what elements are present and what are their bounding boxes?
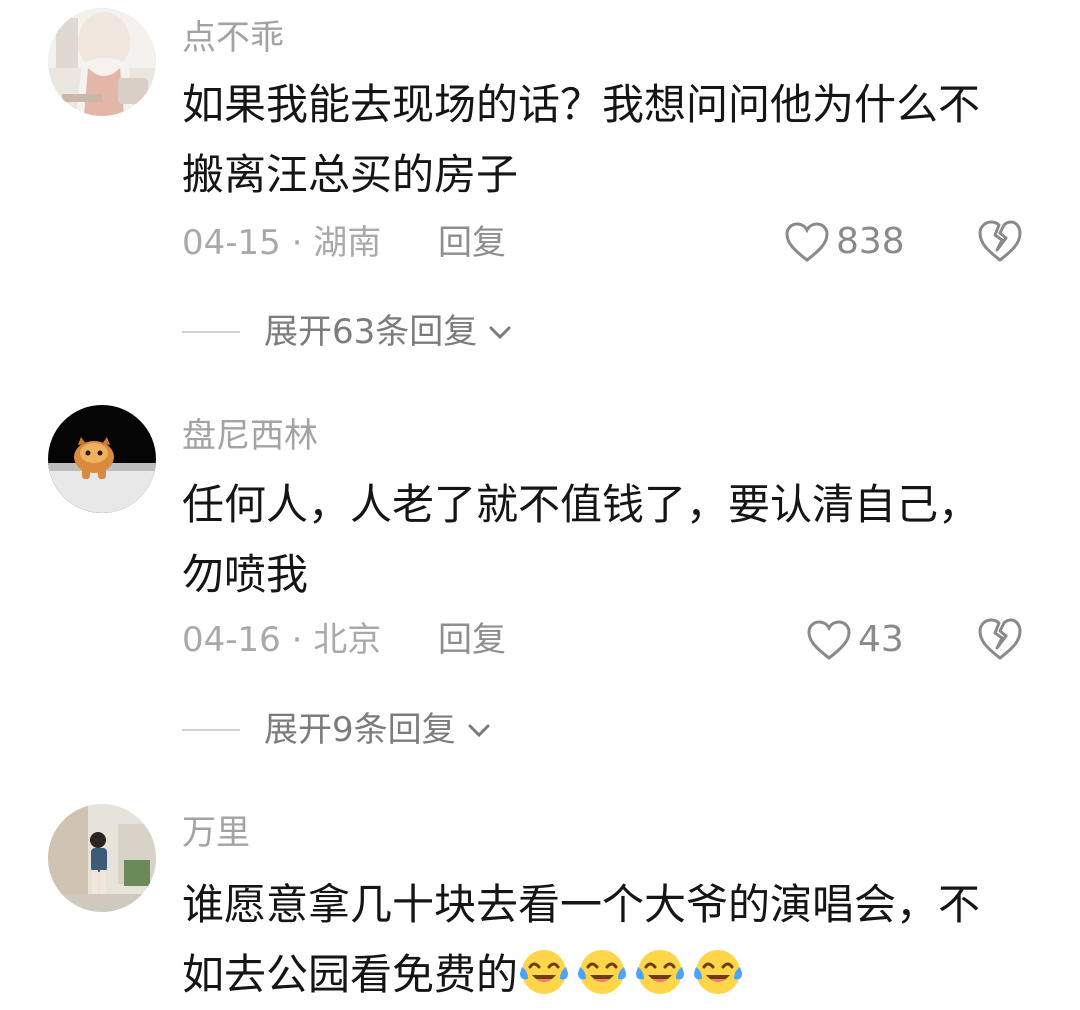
reply-button[interactable]: 回复 (438, 223, 506, 263)
username[interactable]: 万里 (182, 813, 250, 853)
user-avatar[interactable] (48, 8, 156, 116)
comment-meta: 04-16 · 北京 (182, 620, 382, 660)
like-count: 838 (836, 221, 905, 262)
divider-line (182, 331, 240, 333)
divider-line (182, 729, 240, 731)
user-avatar[interactable] (48, 804, 156, 912)
expand-replies-label: 展开63条回复 (264, 312, 478, 352)
comment-text: 任何人，人老了就不值钱了，要认清自己，勿喷我 (182, 480, 981, 599)
like-button[interactable]: 838 (784, 218, 905, 266)
crying-laughing-emoji-icon (636, 950, 685, 994)
avatar-image (48, 405, 156, 513)
crying-laughing-emoji-icon (520, 950, 569, 994)
dislike-button[interactable] (976, 616, 1024, 664)
username[interactable]: 点不乖 (182, 18, 284, 58)
avatar-image (48, 804, 156, 912)
chevron-down-icon (468, 724, 490, 738)
heart-icon (807, 620, 851, 660)
crying-laughing-emoji-icon (694, 950, 743, 994)
like-count: 43 (858, 619, 904, 660)
expand-replies-label: 展开9条回复 (264, 710, 456, 750)
username[interactable]: 盘尼西林 (182, 416, 318, 456)
comment-text: 谁愿意拿几十块去看一个大爷的演唱会，不如去公园看免费的 (182, 870, 1012, 1010)
broken-heart-icon (978, 618, 1022, 660)
broken-heart-icon (978, 220, 1022, 262)
comment-text: 如果我能去现场的话？我想问问他为什么不搬离汪总买的房子 (182, 80, 981, 199)
expand-replies[interactable]: 展开9条回复 (182, 708, 494, 752)
user-avatar[interactable] (48, 405, 156, 513)
chevron-down-icon (489, 326, 511, 340)
expand-replies[interactable]: 展开63条回复 (182, 310, 515, 354)
comment-meta: 04-15 · 湖南 (182, 223, 382, 263)
comment-item: 盘尼西林 任何人，人老了就不值钱了，要认清自己，勿喷我 04-16 · 北京 回… (0, 380, 1080, 780)
avatar-image (48, 8, 156, 116)
dislike-button[interactable] (976, 218, 1024, 266)
emoji-group (518, 950, 750, 999)
comment-item: 万里 谁愿意拿几十块去看一个大爷的演唱会，不如去公园看免费的 (0, 780, 1080, 999)
reply-button[interactable]: 回复 (438, 620, 506, 660)
comment-item: 点不乖 如果我能去现场的话？我想问问他为什么不搬离汪总买的房子 04-15 · … (0, 0, 1080, 380)
crying-laughing-emoji-icon (578, 950, 627, 994)
like-button[interactable]: 43 (806, 616, 904, 664)
heart-icon (785, 222, 829, 262)
